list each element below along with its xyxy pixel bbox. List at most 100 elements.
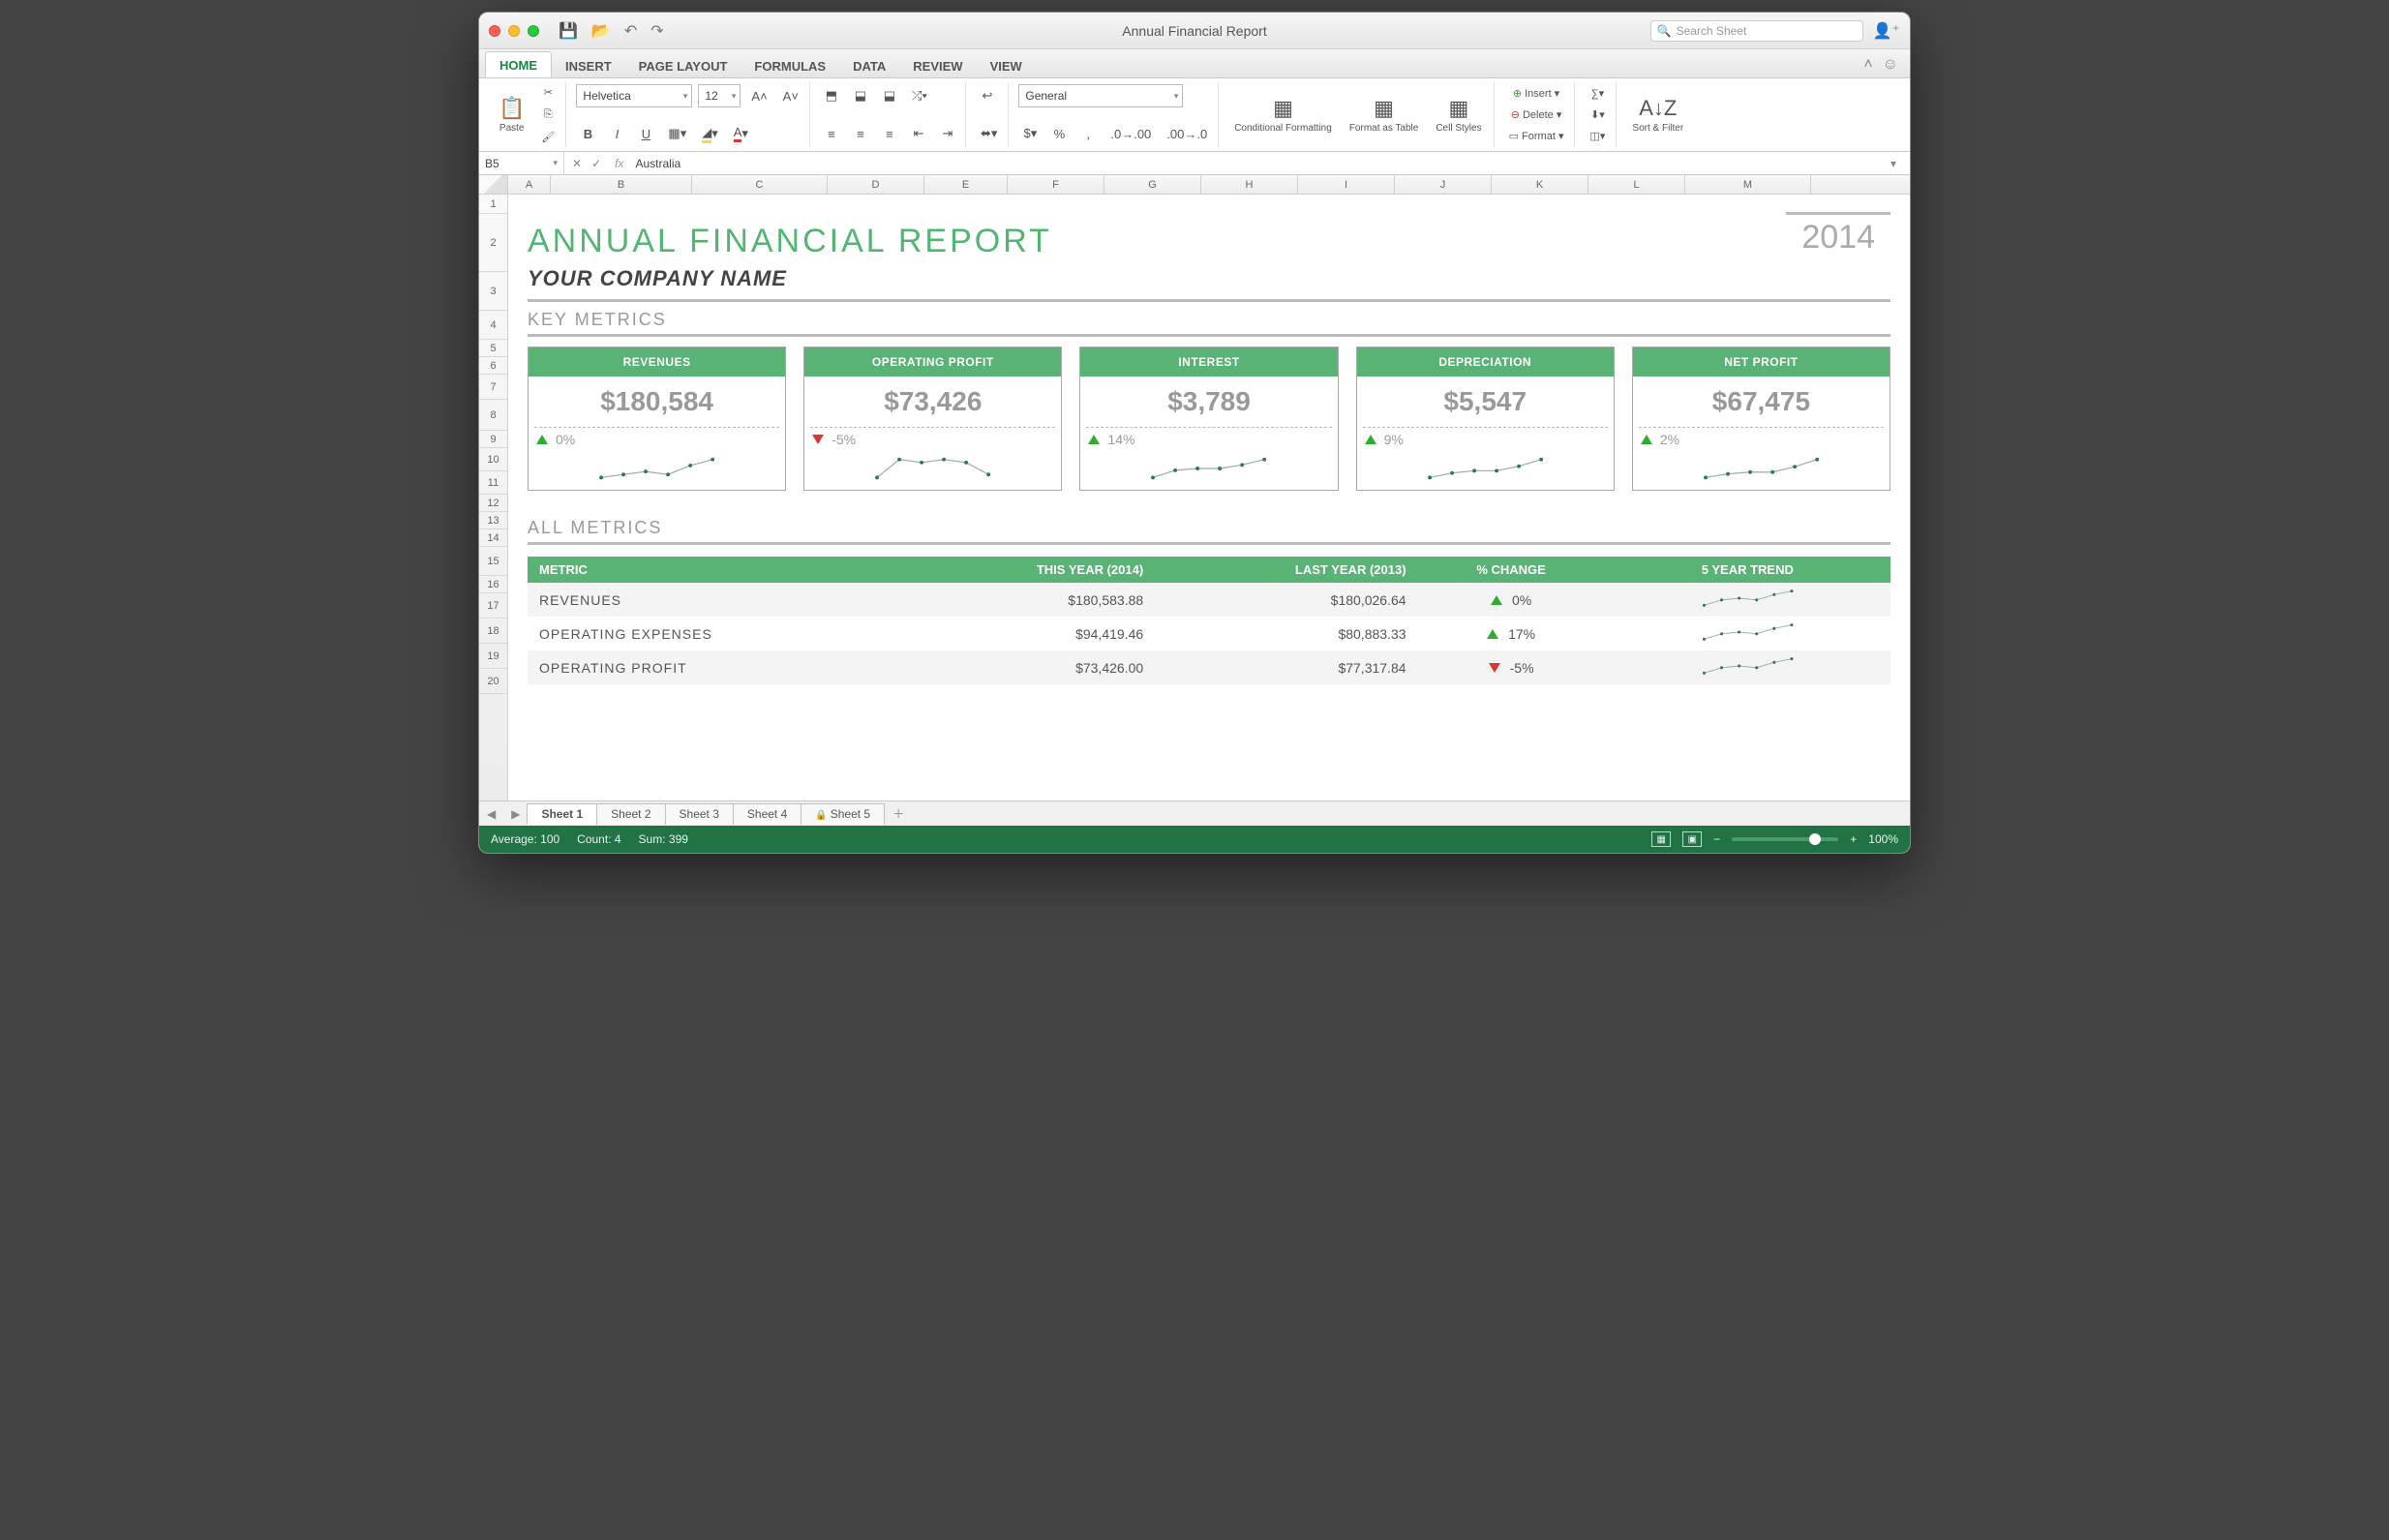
- borders-button[interactable]: ▦▾: [663, 122, 691, 145]
- underline-button[interactable]: U: [634, 122, 657, 145]
- increase-font-button[interactable]: A˄: [746, 84, 771, 107]
- row-header[interactable]: 11: [479, 471, 507, 495]
- close-window-button[interactable]: [489, 25, 500, 37]
- row-header[interactable]: 10: [479, 448, 507, 471]
- row-header[interactable]: 3: [479, 272, 507, 311]
- add-sheet-button[interactable]: ＋: [885, 805, 912, 822]
- col-header[interactable]: D: [828, 175, 924, 194]
- sheet-canvas[interactable]: ANNUAL FINANCIAL REPORT 2014 YOUR COMPAN…: [508, 195, 1910, 800]
- row-header[interactable]: 6: [479, 357, 507, 375]
- format-painter-button[interactable]: 🖌: [536, 128, 559, 147]
- row-header[interactable]: 7: [479, 375, 507, 400]
- tab-formulas[interactable]: FORMULAS: [741, 53, 839, 77]
- select-all-corner[interactable]: [479, 175, 508, 194]
- fx-label[interactable]: fx: [609, 157, 629, 170]
- sheet-tab[interactable]: 🔒Sheet 5: [801, 803, 885, 825]
- clear-button[interactable]: ◫▾: [1585, 127, 1610, 145]
- decrease-indent-button[interactable]: ⇤: [907, 122, 930, 145]
- col-header[interactable]: I: [1298, 175, 1395, 194]
- col-header[interactable]: F: [1008, 175, 1104, 194]
- align-center-button[interactable]: ≡: [849, 122, 872, 145]
- format-as-table-button[interactable]: ▦Format as Table: [1344, 94, 1425, 136]
- row-header[interactable]: 12: [479, 495, 507, 512]
- tab-data[interactable]: DATA: [839, 53, 899, 77]
- search-sheet-input[interactable]: 🔍 Search Sheet: [1650, 20, 1863, 42]
- number-format-select[interactable]: General: [1018, 84, 1183, 107]
- row-header[interactable]: 1: [479, 195, 507, 214]
- redo-icon[interactable]: ↷: [650, 21, 663, 41]
- font-color-button[interactable]: A▾: [729, 122, 753, 145]
- row-header[interactable]: 18: [479, 619, 507, 644]
- row-header[interactable]: 5: [479, 340, 507, 357]
- smiley-feedback-icon[interactable]: ☺: [1883, 56, 1898, 74]
- col-header[interactable]: C: [692, 175, 828, 194]
- currency-button[interactable]: $▾: [1018, 122, 1042, 145]
- zoom-slider[interactable]: [1732, 837, 1838, 841]
- sheet-tab[interactable]: Sheet 3: [665, 803, 734, 825]
- col-header[interactable]: M: [1685, 175, 1811, 194]
- page-layout-view-button[interactable]: ▣: [1682, 831, 1702, 847]
- decrease-decimal-button[interactable]: .00→.0: [1162, 122, 1212, 145]
- save-icon[interactable]: 💾: [559, 21, 578, 41]
- collapse-ribbon-icon[interactable]: ˄: [1863, 56, 1872, 74]
- cancel-formula-icon[interactable]: ✕: [572, 157, 582, 170]
- next-sheet-button[interactable]: ▶: [503, 807, 528, 821]
- font-name-select[interactable]: Helvetica: [576, 84, 692, 107]
- formula-input[interactable]: Australia: [629, 157, 1910, 170]
- col-header[interactable]: E: [924, 175, 1008, 194]
- row-header[interactable]: 4: [479, 311, 507, 340]
- sheet-tab[interactable]: Sheet 1: [527, 803, 597, 825]
- col-header[interactable]: H: [1201, 175, 1298, 194]
- open-icon[interactable]: 📂: [591, 21, 611, 41]
- orientation-button[interactable]: ⤮▾: [907, 84, 932, 107]
- share-icon[interactable]: 👤⁺: [1873, 21, 1900, 41]
- row-header[interactable]: 16: [479, 576, 507, 593]
- comma-button[interactable]: ,: [1076, 122, 1100, 145]
- zoom-window-button[interactable]: [528, 25, 539, 37]
- tab-view[interactable]: VIEW: [977, 53, 1036, 77]
- fill-button[interactable]: ⬇▾: [1585, 106, 1610, 124]
- delete-cells-button[interactable]: ⊖ Delete ▾: [1504, 106, 1569, 124]
- sheet-tab[interactable]: Sheet 4: [733, 803, 801, 825]
- cell-styles-button[interactable]: ▦Cell Styles: [1430, 94, 1487, 136]
- prev-sheet-button[interactable]: ◀: [479, 807, 503, 821]
- fill-color-button[interactable]: ◢▾: [697, 122, 723, 145]
- undo-icon[interactable]: ↶: [624, 21, 637, 41]
- minimize-window-button[interactable]: [508, 25, 520, 37]
- increase-decimal-button[interactable]: .0→.00: [1105, 122, 1156, 145]
- format-cells-button[interactable]: ▭ Format ▾: [1504, 127, 1569, 145]
- wrap-text-button[interactable]: ↩: [976, 84, 999, 107]
- sheet-tab[interactable]: Sheet 2: [596, 803, 665, 825]
- row-header[interactable]: 8: [479, 400, 507, 431]
- row-header[interactable]: 2: [479, 214, 507, 272]
- merge-button[interactable]: ⬌▾: [976, 122, 1002, 145]
- row-header[interactable]: 20: [479, 669, 507, 694]
- align-left-button[interactable]: ≡: [820, 122, 843, 145]
- col-header[interactable]: L: [1588, 175, 1685, 194]
- col-header[interactable]: J: [1395, 175, 1492, 194]
- insert-cells-button[interactable]: ⊕ Insert ▾: [1504, 84, 1569, 103]
- row-header[interactable]: 17: [479, 593, 507, 619]
- row-header[interactable]: 19: [479, 644, 507, 669]
- italic-button[interactable]: I: [605, 122, 628, 145]
- increase-indent-button[interactable]: ⇥: [936, 122, 959, 145]
- col-header[interactable]: K: [1492, 175, 1588, 194]
- font-size-select[interactable]: 12: [698, 84, 741, 107]
- paste-button[interactable]: 📋 Paste: [493, 94, 530, 136]
- autosum-button[interactable]: ∑▾: [1585, 84, 1610, 103]
- row-header[interactable]: 15: [479, 547, 507, 576]
- zoom-out-button[interactable]: −: [1713, 832, 1720, 846]
- col-header[interactable]: A: [508, 175, 551, 194]
- accept-formula-icon[interactable]: ✓: [591, 157, 601, 170]
- name-box[interactable]: B5: [479, 152, 564, 174]
- align-right-button[interactable]: ≡: [878, 122, 901, 145]
- tab-home[interactable]: HOME: [485, 51, 552, 77]
- align-middle-button[interactable]: ⬓: [849, 84, 872, 107]
- sort-filter-button[interactable]: A↓ZSort & Filter: [1626, 94, 1689, 136]
- tab-review[interactable]: REVIEW: [899, 53, 976, 77]
- tab-insert[interactable]: INSERT: [552, 53, 625, 77]
- copy-button[interactable]: ⎘: [536, 106, 559, 125]
- row-header[interactable]: 13: [479, 512, 507, 529]
- align-top-button[interactable]: ⬒: [820, 84, 843, 107]
- conditional-formatting-button[interactable]: ▦Conditional Formatting: [1228, 94, 1338, 136]
